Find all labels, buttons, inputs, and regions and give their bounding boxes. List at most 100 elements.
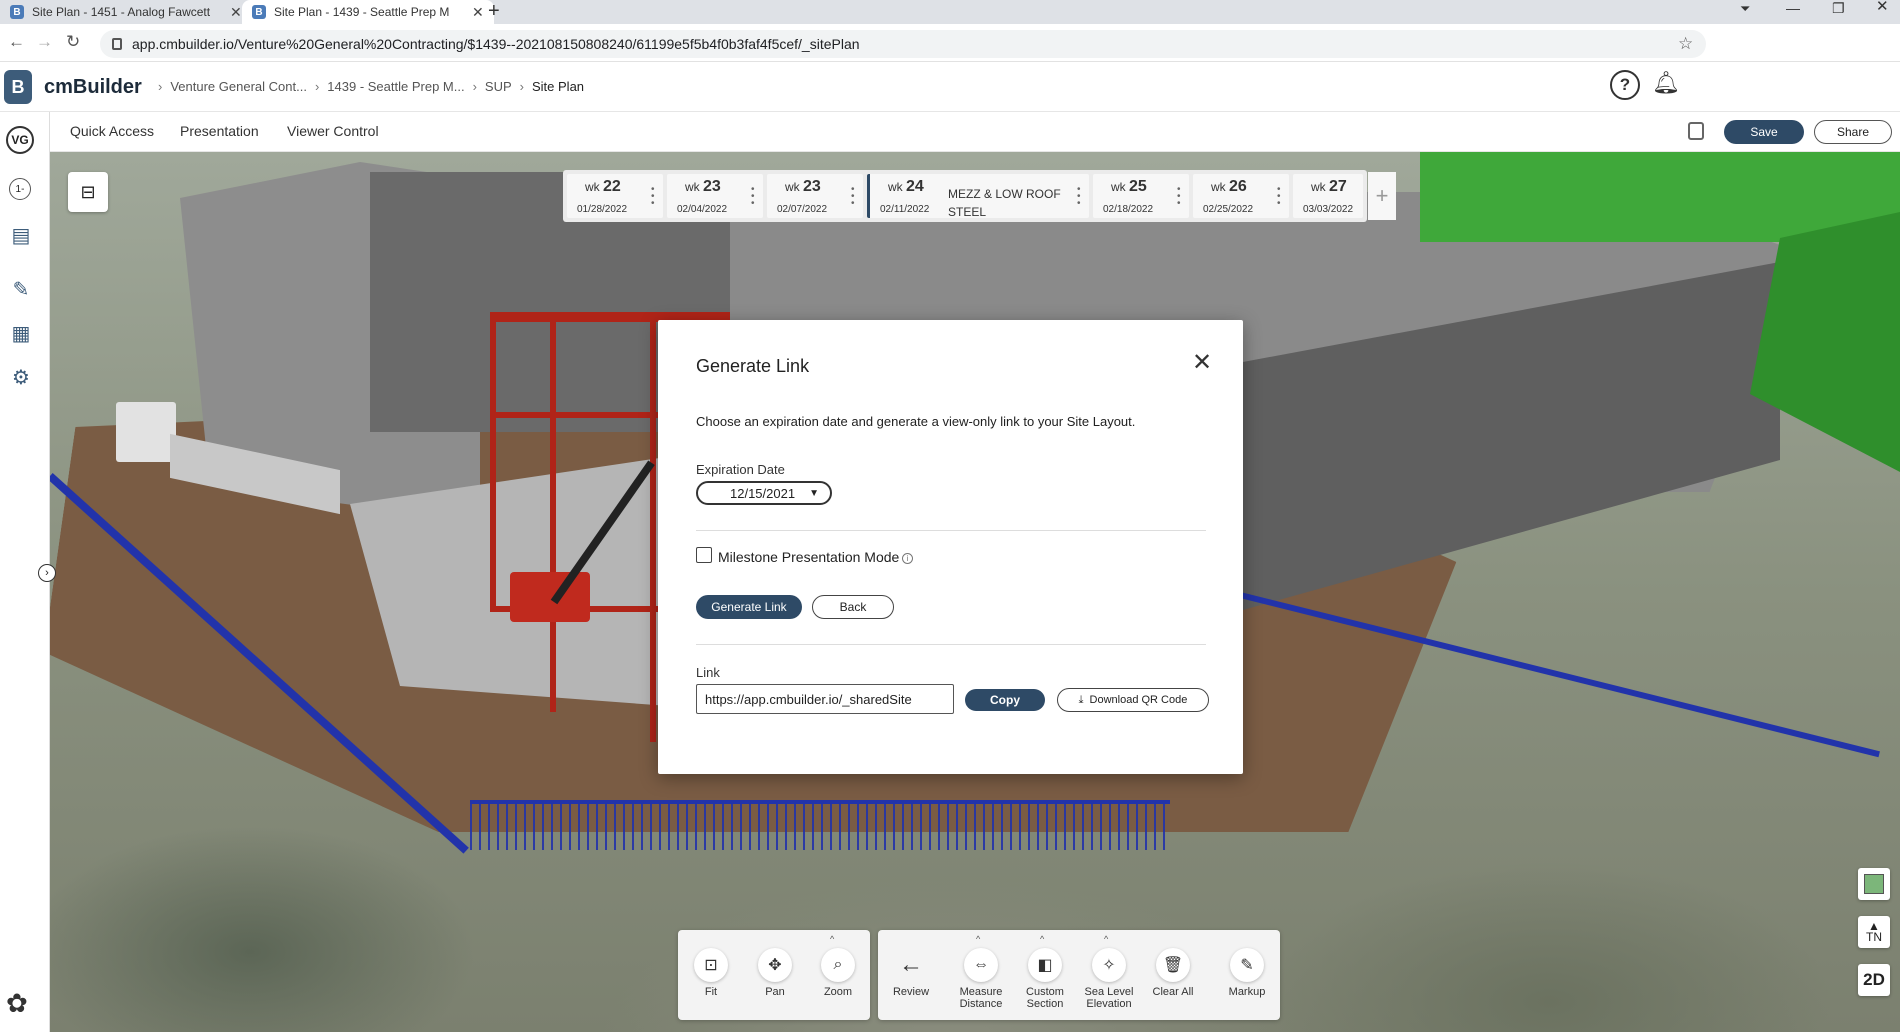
milestone-mode-checkbox[interactable] (696, 547, 712, 563)
timeline-week-selected[interactable]: wk 24 02/11/2022 MEZZ & LOW ROOF STEEL • •… (867, 174, 1089, 219)
close-icon[interactable]: ✕ (472, 4, 484, 21)
schedule-icon[interactable]: ▦ (8, 320, 34, 346)
steel-column (550, 312, 556, 712)
menu-quick-access[interactable]: Quick Access (70, 123, 154, 139)
copy-button[interactable]: Copy (965, 689, 1045, 711)
drag-handle-icon[interactable]: • • • (751, 185, 755, 209)
week-number: 23 (703, 178, 721, 195)
restore-icon[interactable]: ❐ (1832, 1, 1845, 15)
settings-gear-icon[interactable]: ⚙ (8, 364, 34, 390)
profile-dropdown-icon[interactable]: ⏷ (1740, 2, 1750, 16)
week-label: wk 25 (1111, 178, 1147, 195)
user-avatar[interactable]: VG (6, 126, 34, 154)
sea-level-elevation-button[interactable]: ✧ Sea Level Elevation (1080, 948, 1138, 1010)
week-prefix: wk (1211, 180, 1226, 194)
breadcrumb-phase[interactable]: SUP (485, 79, 512, 94)
info-icon[interactable]: i (902, 553, 913, 564)
caret-up-icon[interactable]: ^ (1040, 934, 1044, 944)
timeline-week[interactable]: wk 25 02/18/2022 • • • (1093, 174, 1189, 218)
reload-icon[interactable]: ↻ (66, 32, 80, 52)
navigation-toolbar: ^ ⊡ Fit ✥ Pan ⌕ Zoom (678, 930, 870, 1020)
measure-distance-button[interactable]: ⇔ Measure Distance (952, 948, 1010, 1010)
week-prefix: wk (1311, 180, 1326, 194)
window-close-icon[interactable]: ✕ (1876, 0, 1889, 14)
label-line: Custom (1026, 986, 1064, 998)
browser-tab[interactable]: B Site Plan - 1451 - Analog Fawcett ✕ (0, 0, 252, 24)
milestone-mode-label[interactable]: Milestone Presentation Mode (718, 549, 899, 565)
fit-button[interactable]: ⊡ Fit (682, 948, 740, 998)
breadcrumb-company[interactable]: Venture General Cont... (170, 79, 307, 94)
back-arrow-icon[interactable]: ← (8, 32, 25, 52)
expand-panel-icon[interactable]: › (38, 564, 56, 582)
caret-up-icon[interactable]: ^ (976, 934, 980, 944)
forward-arrow-icon[interactable]: → (36, 32, 53, 52)
markup-label: Markup (1228, 986, 1266, 998)
chevron-right-icon: › (519, 79, 524, 94)
drag-handle-icon[interactable]: • • • (1077, 185, 1081, 209)
layers-icon[interactable]: ▤ (8, 222, 34, 248)
pan-button[interactable]: ✥ Pan (746, 948, 804, 998)
bookmark-star-icon[interactable]: ☆ (1678, 34, 1693, 54)
menu-viewer-control[interactable]: Viewer Control (287, 123, 379, 139)
chevron-right-icon: › (158, 79, 163, 94)
expiration-date-select[interactable]: 12/15/2021 ▼ (696, 481, 832, 505)
caret-down-icon: ▼ (809, 487, 819, 499)
url-field[interactable]: app.cmbuilder.io/Venture%20General%20Con… (100, 30, 1706, 58)
browser-tab-active[interactable]: B Site Plan - 1439 - Seattle Prep M ✕ (242, 0, 494, 24)
view-mode-toggle[interactable]: 2D (1858, 964, 1890, 996)
review-label: Review (892, 986, 930, 998)
week-number: 24 (906, 178, 924, 195)
close-icon[interactable]: ✕ (230, 4, 242, 21)
menu-presentation[interactable]: Presentation (180, 123, 259, 139)
drag-handle-icon[interactable]: • • • (1277, 185, 1281, 209)
lock-icon[interactable] (1688, 122, 1704, 140)
download-qr-code-button[interactable]: ⤓ Download QR Code (1057, 688, 1209, 712)
back-button[interactable]: Back (812, 595, 894, 619)
help-icon[interactable]: ? (1610, 70, 1640, 100)
week-prefix: wk (888, 180, 903, 194)
generate-link-button[interactable]: Generate Link (696, 595, 802, 619)
compass-button[interactable]: ▲ TN (1858, 916, 1890, 948)
drag-handle-icon[interactable]: • • • (1177, 185, 1181, 209)
add-week-button[interactable]: + (1368, 172, 1396, 220)
share-button[interactable]: Share (1814, 120, 1892, 144)
drag-handle-icon[interactable]: • • • (851, 185, 855, 209)
breadcrumb-project[interactable]: 1439 - Seattle Prep M... (327, 79, 464, 94)
markup-button[interactable]: ✎ Markup (1218, 948, 1276, 998)
drag-handle-icon[interactable]: • • • (651, 185, 655, 209)
cmbuilder-favicon-icon: B (252, 5, 266, 19)
week-number: 23 (803, 178, 821, 195)
timeline-week[interactable]: wk 27 03/03/2022 (1293, 174, 1363, 218)
map-layer-icon[interactable] (1858, 868, 1890, 900)
caret-up-icon[interactable]: ^ (830, 934, 834, 944)
week-label: wk 26 (1211, 178, 1247, 195)
label-line: Section (1026, 998, 1064, 1010)
apps-menu-icon[interactable]: ✿ (6, 988, 28, 1019)
week-date: 02/07/2022 (777, 204, 828, 215)
caret-up-icon[interactable]: ^ (1104, 934, 1108, 944)
cmbuilder-logo-icon[interactable]: B (4, 70, 32, 104)
model-tree-icon[interactable]: ⊟ (68, 172, 108, 212)
zoom-button[interactable]: ⌕ Zoom (809, 948, 867, 998)
week-number: 22 (603, 178, 621, 195)
notification-bell-icon[interactable]: 🔔︎ (1652, 70, 1680, 96)
mobile-crane (510, 572, 590, 622)
save-button[interactable]: Save (1724, 120, 1804, 144)
minimize-icon[interactable]: — (1786, 1, 1800, 15)
phase-indicator[interactable]: 1- (9, 178, 31, 200)
markup-pen-icon[interactable]: ✎ (8, 276, 34, 302)
link-field[interactable]: https://app.cmbuilder.io/_sharedSite (696, 684, 954, 714)
timeline-week[interactable]: wk 23 02/04/2022 • • • (667, 174, 763, 218)
week-number: 26 (1229, 178, 1247, 195)
close-icon[interactable]: ✕ (1192, 348, 1212, 377)
week-label: wk 27 (1311, 178, 1347, 195)
week-prefix: wk (1111, 180, 1126, 194)
custom-section-button[interactable]: ◧ Custom Section (1016, 948, 1074, 1010)
week-date: 01/28/2022 (577, 204, 628, 215)
timeline-week[interactable]: wk 22 01/28/2022 • • • (567, 174, 663, 218)
clear-all-button[interactable]: 🗑︎ Clear All (1144, 948, 1202, 998)
new-tab-button[interactable]: + (488, 0, 500, 22)
timeline-week[interactable]: wk 23 02/07/2022 • • • (767, 174, 863, 218)
timeline-week[interactable]: wk 26 02/25/2022 • • • (1193, 174, 1289, 218)
review-button[interactable]: ← Review (882, 948, 940, 998)
